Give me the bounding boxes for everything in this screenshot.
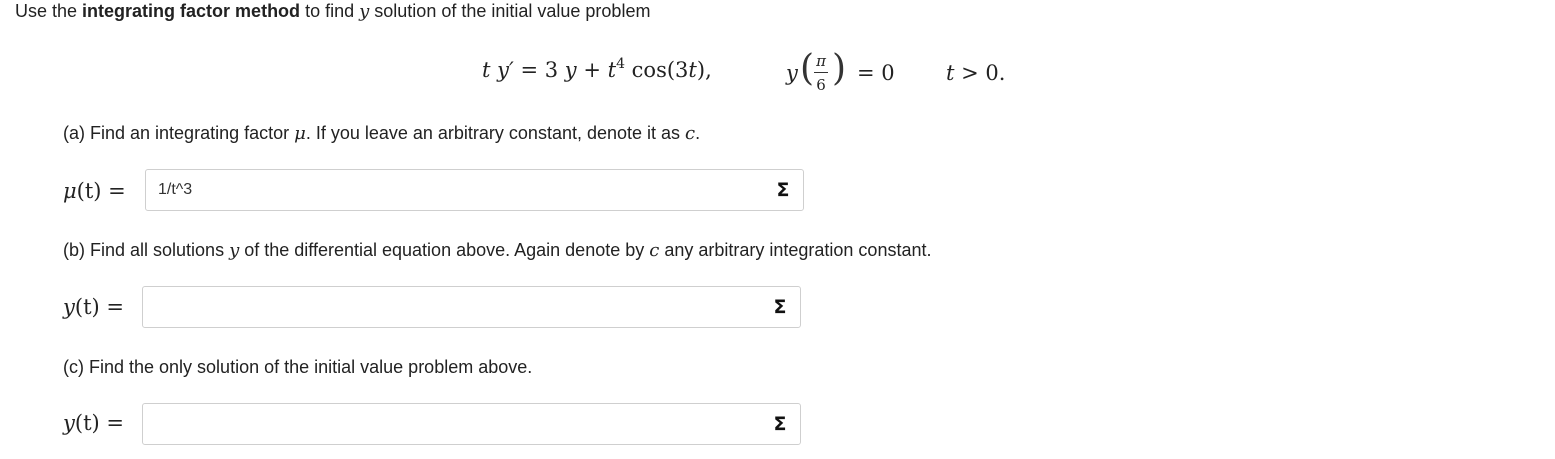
fraction-bar bbox=[814, 72, 828, 73]
sigma-icon[interactable]: Σ bbox=[763, 170, 803, 210]
part-a-question: (a) Find an integrating factor μ. If you… bbox=[63, 123, 701, 144]
intro-mid: to find bbox=[300, 1, 360, 21]
particular-solution-input[interactable] bbox=[143, 404, 758, 444]
part-a-answer-box: Σ bbox=[145, 169, 804, 211]
intro-prefix: Use the bbox=[15, 1, 83, 21]
domain-condition: t > 0. bbox=[946, 61, 1006, 85]
part-b-label: y(t) = bbox=[63, 295, 124, 319]
intro-var: y bbox=[359, 1, 370, 22]
intro-method: integrating factor method bbox=[82, 1, 301, 21]
intro-suffix: solution of the initial value problem bbox=[369, 1, 651, 21]
problem-statement: Use the integrating factor method to fin… bbox=[15, 0, 650, 23]
part-a-label: μ(t) = bbox=[63, 179, 126, 203]
integrating-factor-input[interactable] bbox=[146, 170, 761, 210]
part-b-answer-box: Σ bbox=[142, 286, 801, 328]
general-solution-input[interactable] bbox=[143, 287, 758, 327]
part-c-label: y(t) = bbox=[63, 411, 124, 435]
differential-equation: t y′ = 3 y + t4 cos(3t), bbox=[482, 56, 712, 82]
part-c-answer-box: Σ bbox=[142, 403, 801, 445]
sigma-icon[interactable]: Σ bbox=[760, 287, 800, 327]
sigma-icon[interactable]: Σ bbox=[760, 404, 800, 444]
part-c-question: (c) Find the only solution of the initia… bbox=[63, 357, 533, 377]
part-b-question: (b) Find all solutions y of the differen… bbox=[63, 240, 932, 261]
